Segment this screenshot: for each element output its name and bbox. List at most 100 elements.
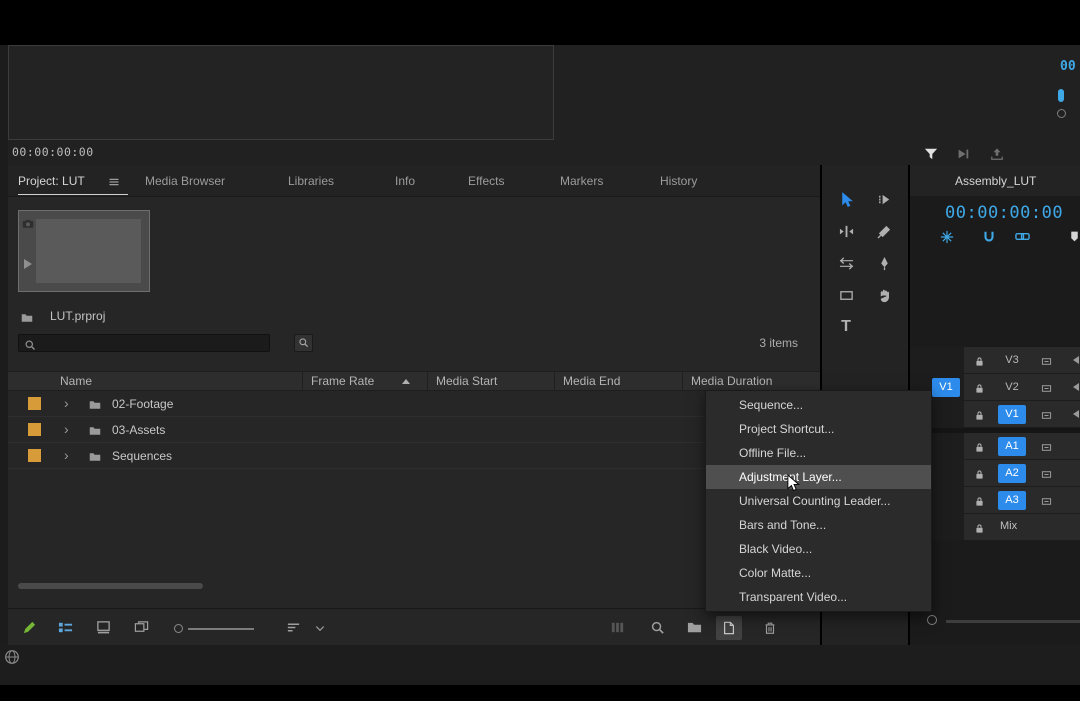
sync-lock-icon[interactable] [1040, 381, 1053, 395]
disclosure-chevron-icon[interactable]: › [64, 421, 69, 437]
menu-item-adjustment-layer[interactable]: Adjustment Layer... [706, 465, 931, 489]
rectangle-tool-icon[interactable] [827, 283, 865, 307]
menu-item-transparent-video[interactable]: Transparent Video... [706, 585, 931, 609]
horizontal-scrollbar[interactable] [18, 583, 203, 589]
menu-item-sequence[interactable]: Sequence... [706, 393, 931, 417]
tab-history[interactable]: History [660, 174, 697, 188]
timeline-scrollbar[interactable] [946, 620, 1080, 623]
menu-item-bars-and-tone[interactable]: Bars and Tone... [706, 513, 931, 537]
play-output-icon[interactable] [956, 146, 970, 161]
list-view-icon[interactable] [58, 620, 73, 635]
column-header-media-start[interactable]: Media Start [428, 372, 555, 390]
disclosure-chevron-icon[interactable]: › [64, 395, 69, 411]
bin-row-03-assets[interactable]: › 03-Assets [8, 417, 820, 443]
search-input[interactable] [18, 334, 270, 352]
sync-lock-icon[interactable] [1040, 494, 1053, 508]
sync-lock-icon[interactable] [1040, 440, 1053, 454]
linked-selection-icon[interactable] [1015, 229, 1030, 244]
bin-row-02-footage[interactable]: › 02-Footage [8, 391, 820, 417]
project-preview-thumbnail[interactable] [18, 210, 150, 292]
column-header-name[interactable]: Name [8, 372, 303, 390]
selection-tool-icon[interactable] [827, 187, 865, 211]
tab-libraries[interactable]: Libraries [288, 174, 334, 188]
column-header-frame-rate[interactable]: Frame Rate [303, 372, 428, 390]
track-lock-icon[interactable] [974, 381, 985, 395]
partial-timecode: 00 [1060, 59, 1076, 74]
track-target-a2[interactable]: A2 [998, 464, 1026, 483]
sync-lock-icon[interactable] [1040, 408, 1053, 422]
label-color-chip[interactable] [28, 423, 41, 436]
source-monitor-viewport [8, 45, 554, 140]
pen-tool-icon[interactable] [865, 251, 903, 275]
track-lock-icon[interactable] [974, 467, 985, 481]
track-target-v2[interactable]: V2 [998, 378, 1026, 397]
sync-lock-icon[interactable] [1040, 467, 1053, 481]
new-item-button[interactable] [716, 616, 742, 640]
track-target-a3[interactable]: A3 [998, 491, 1026, 510]
bottom-black-bar [0, 685, 1080, 701]
menu-item-black-video[interactable]: Black Video... [706, 537, 931, 561]
record-circle-icon [1057, 109, 1066, 118]
track-select-tool-icon[interactable] [865, 187, 903, 211]
tab-project[interactable]: Project: LUT [18, 174, 85, 188]
tab-effects[interactable]: Effects [468, 174, 504, 188]
ripple-edit-tool-icon[interactable] [827, 219, 865, 243]
status-strip [0, 645, 1080, 685]
tab-markers[interactable]: Markers [560, 174, 603, 188]
timeline-panel: Assembly_LUT 00:00:00:00 V3 V1 V2 [910, 165, 1080, 645]
sort-icon[interactable] [286, 620, 301, 635]
type-tool-icon[interactable]: T [827, 315, 865, 339]
menu-item-universal-counting-leader[interactable]: Universal Counting Leader... [706, 489, 931, 513]
menu-item-offline-file[interactable]: Offline File... [706, 441, 931, 465]
track-target-v1[interactable]: V1 [998, 405, 1026, 424]
tab-media-browser[interactable]: Media Browser [145, 174, 225, 188]
snap-icon[interactable] [982, 229, 996, 244]
label-color-chip[interactable] [28, 397, 41, 410]
project-toolbar [8, 608, 820, 645]
track-row-a1: A1 [910, 433, 1080, 460]
edit-pencil-icon[interactable] [22, 620, 37, 635]
export-icon[interactable] [990, 146, 1004, 161]
new-bin-icon[interactable] [687, 620, 702, 635]
source-patch-v1[interactable]: V1 [932, 378, 960, 397]
freeform-view-icon[interactable] [134, 620, 149, 635]
partial-arrow-icon [1073, 383, 1079, 391]
menu-item-project-shortcut[interactable]: Project Shortcut... [706, 417, 931, 441]
zoom-slider-handle[interactable] [174, 624, 183, 633]
razor-tool-icon[interactable] [865, 219, 903, 243]
track-lock-icon[interactable] [974, 521, 985, 535]
disclosure-chevron-icon[interactable]: › [64, 447, 69, 463]
timeline-zoom-handle[interactable] [927, 615, 937, 625]
bin-row-sequences[interactable]: › Sequences [8, 443, 820, 469]
menu-item-color-matte[interactable]: Color Matte... [706, 561, 931, 585]
search-bin-button[interactable] [294, 334, 313, 352]
column-header-media-duration[interactable]: Media Duration [683, 372, 820, 390]
tab-sequence[interactable]: Assembly_LUT [955, 174, 1036, 188]
panel-menu-icon[interactable] [108, 174, 120, 188]
icon-view-icon[interactable] [96, 620, 111, 635]
hand-tool-icon[interactable] [865, 283, 903, 307]
monitor-timecode[interactable]: 00:00:00:00 [12, 145, 94, 159]
track-lock-icon[interactable] [974, 494, 985, 508]
track-lock-icon[interactable] [974, 354, 985, 368]
slip-tool-icon[interactable] [827, 251, 865, 275]
sync-lock-icon[interactable] [1040, 354, 1053, 368]
label-color-chip[interactable] [28, 449, 41, 462]
nest-toggle-icon[interactable] [940, 229, 954, 244]
track-target-a1[interactable]: A1 [998, 437, 1026, 456]
zoom-slider-track[interactable] [188, 628, 254, 630]
project-file-name[interactable]: LUT.prproj [50, 309, 105, 323]
trash-icon[interactable] [763, 620, 777, 635]
sequence-timecode[interactable]: 00:00:00:00 [945, 203, 1063, 223]
play-icon[interactable] [24, 259, 32, 269]
find-icon[interactable] [650, 620, 665, 635]
filter-funnel-icon[interactable] [924, 146, 938, 161]
tab-info[interactable]: Info [395, 174, 415, 188]
track-lock-icon[interactable] [974, 408, 985, 422]
column-header-media-end[interactable]: Media End [555, 372, 683, 390]
chevron-down-icon[interactable] [314, 620, 326, 634]
track-lock-icon[interactable] [974, 440, 985, 454]
track-target-v3[interactable]: V3 [998, 351, 1026, 370]
automate-sequence-icon[interactable] [610, 620, 625, 635]
marker-icon[interactable] [1068, 229, 1080, 243]
